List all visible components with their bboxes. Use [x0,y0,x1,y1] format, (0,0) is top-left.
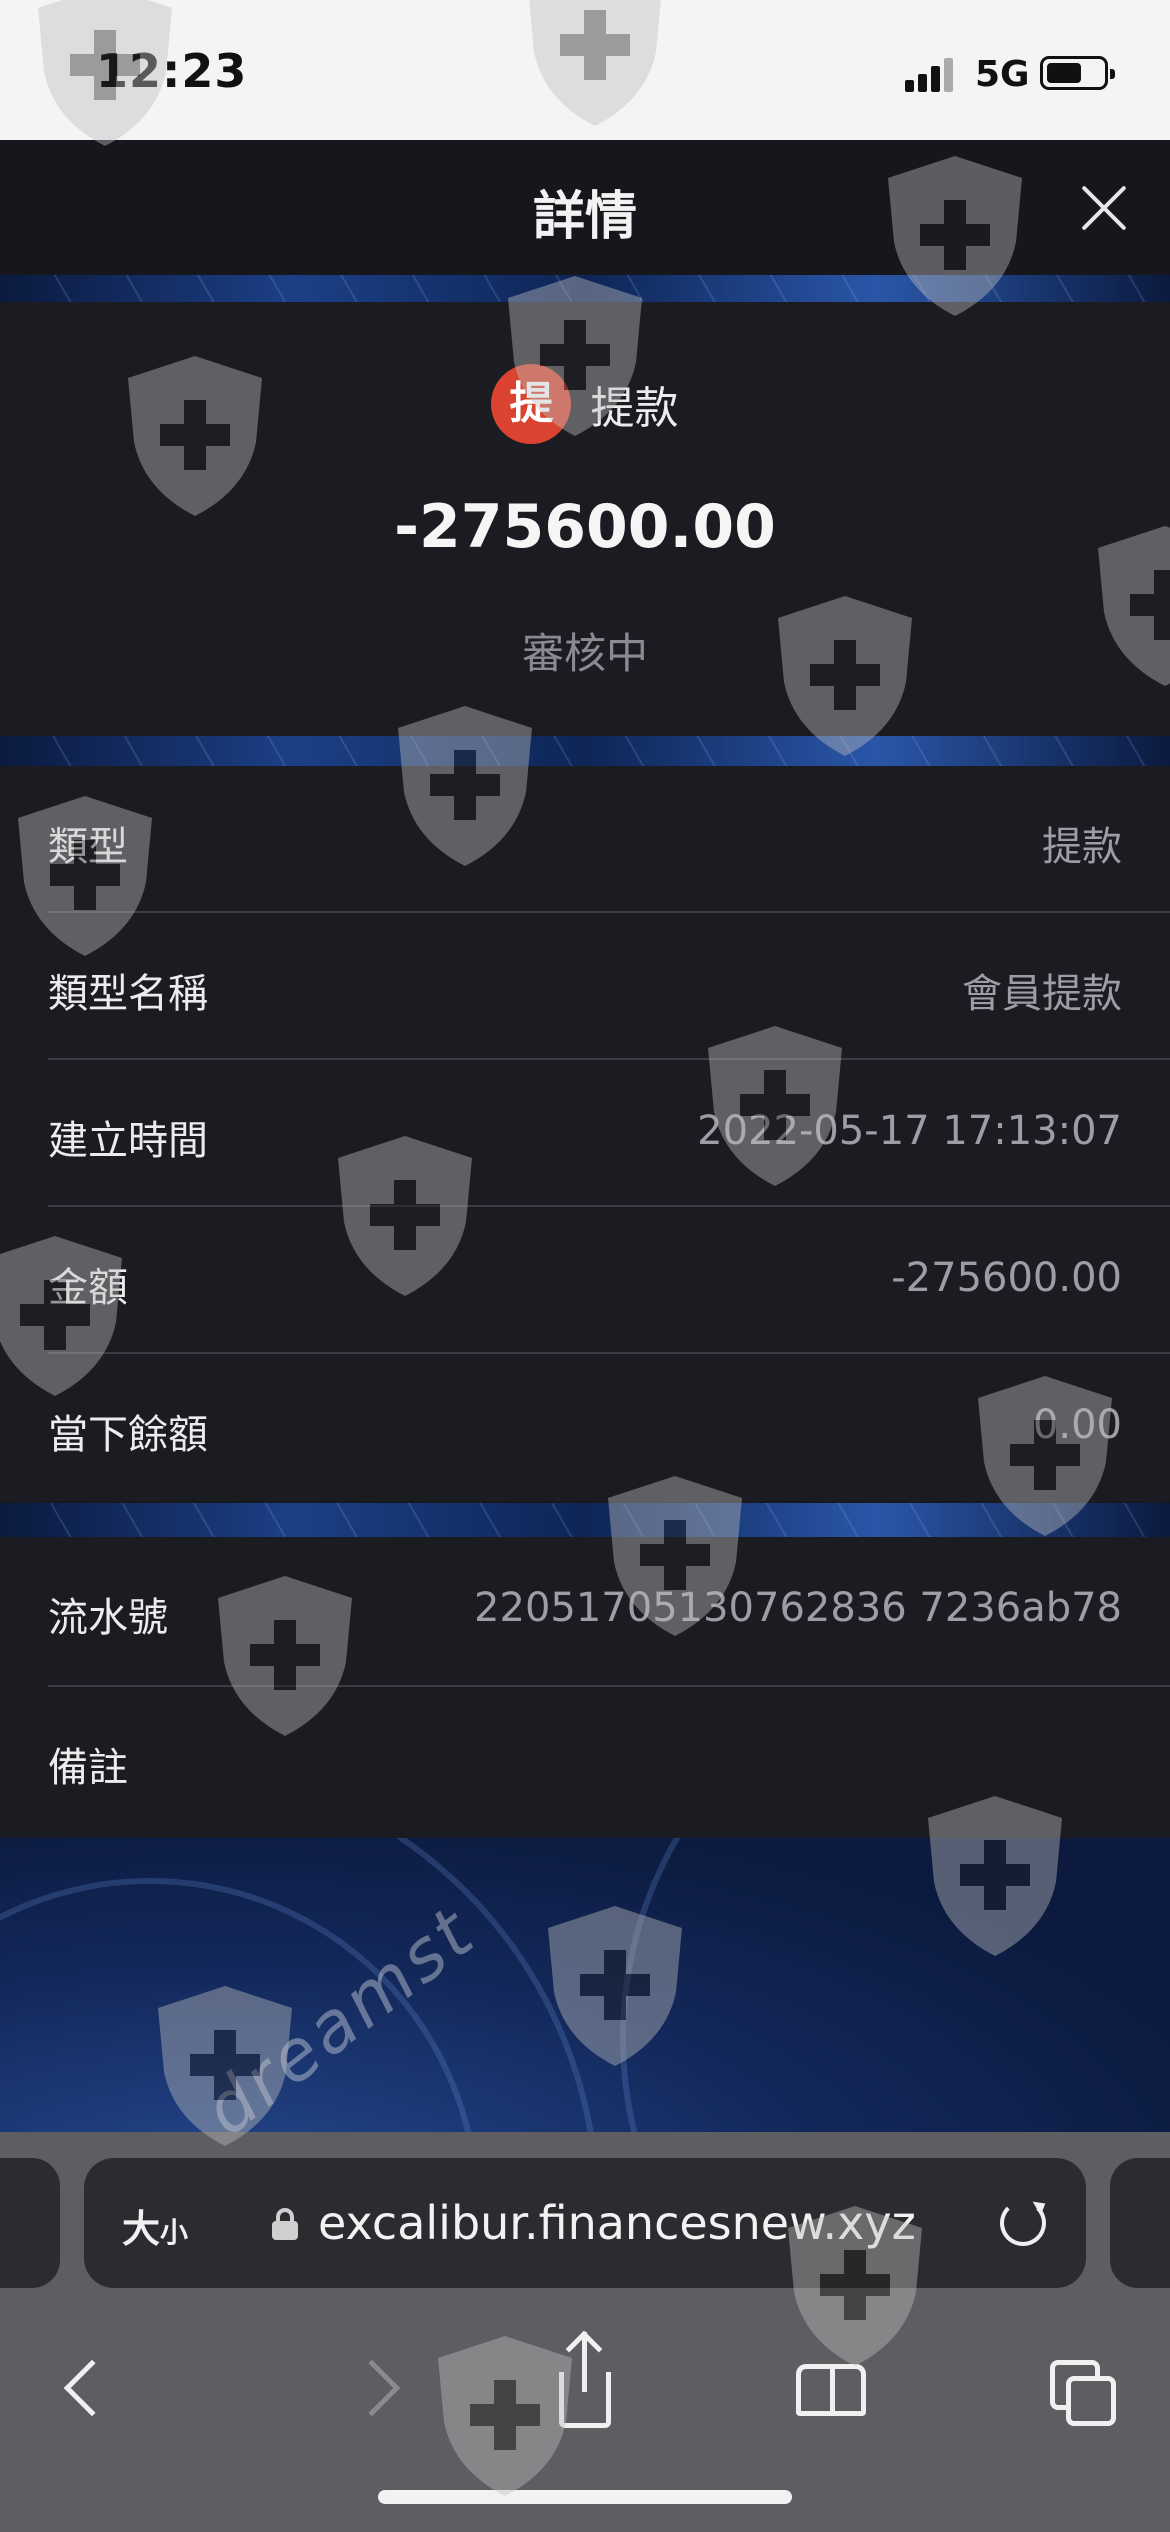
adjacent-tab[interactable] [0,2158,60,2288]
forward-icon [343,2359,401,2417]
detail-label: 流水號 [48,1595,168,1641]
detail-row-serial: 流水號 22051705130762836 7236ab78 [48,1537,1170,1687]
detail-row-remark: 備註 [48,1687,1170,1838]
detail-label: 當下餘額 [48,1412,208,1458]
detail-value: -275600.00 [891,1255,1122,1301]
detail-row-type-name: 類型名稱 會員提款 [48,913,1170,1060]
decorative-strip [0,736,1170,766]
detail-row-amount: 金額 -275600.00 [48,1207,1170,1354]
type-label: 提款 [590,383,679,434]
home-indicator [378,2490,792,2504]
detail-label: 類型 [48,824,128,870]
detail-value: 提款 [1042,824,1122,870]
adjacent-tab[interactable] [1110,2158,1170,2288]
transaction-status: 審核中 [521,629,648,678]
detail-row-created-time: 建立時間 2022-05-17 17:13:07 [48,1060,1170,1207]
bookmarks-button[interactable] [772,2332,892,2452]
reload-icon[interactable] [1000,2200,1046,2246]
tabs-button[interactable] [1020,2332,1140,2452]
detail-label: 類型名稱 [48,971,208,1017]
detail-value: 0.00 [1032,1402,1122,1448]
status-time: 12:23 [96,44,248,98]
detail-label: 建立時間 [48,1118,208,1164]
lock-icon [272,2208,298,2240]
decorative-strip [0,1503,1170,1537]
type-badge: 提 [491,364,572,444]
detail-value: 會員提款 [962,971,1122,1017]
decorative-background [0,1838,1170,2132]
back-icon [63,2359,121,2417]
signal-icon [905,56,955,92]
network-label: 5G [975,54,1030,95]
transaction-type: 提 提款 [0,364,1170,444]
text-size-small: 小 [160,2216,189,2249]
bookmarks-icon [796,2364,832,2416]
page-title: 詳情 [532,187,637,247]
transaction-amount: -275600.00 [394,492,776,562]
detail-label: 金額 [48,1265,128,1311]
detail-row-balance: 當下餘額 0.00 [48,1354,1170,1501]
battery-icon [1040,56,1115,90]
decorative-strip [0,275,1170,302]
header: 詳情 [0,140,1170,275]
back-button[interactable] [30,2332,150,2452]
extra-section: 流水號 22051705130762836 7236ab78 備註 [0,1537,1170,1838]
detail-value: 2022-05-17 17:13:07 [697,1108,1122,1154]
browser-chrome: 大小 excalibur.financesnew.xyz [0,2132,1170,2532]
page: 12:23 5G 詳情 提 提款 -275600.00 審核中 類型 提款 類型… [0,0,1170,2532]
status-bar: 12:23 5G [0,0,1170,140]
text-size-button[interactable]: 大小 [122,2198,188,2253]
details-section: 類型 提款 類型名稱 會員提款 建立時間 2022-05-17 17:13:07… [0,766,1170,1501]
close-icon[interactable] [1078,182,1130,234]
address-bar[interactable]: 大小 excalibur.financesnew.xyz [84,2158,1086,2288]
text-size-large: 大 [122,2207,161,2251]
share-button[interactable] [525,2330,645,2452]
transaction-summary: 提 提款 -275600.00 審核中 [0,302,1170,736]
detail-row-type: 類型 提款 [48,766,1170,913]
detail-value: 22051705130762836 7236ab78 [474,1585,1122,1631]
forward-button[interactable] [310,2332,430,2452]
detail-label: 備註 [48,1745,128,1791]
browser-toolbar [0,2330,1170,2462]
url-text[interactable]: excalibur.financesnew.xyz [318,2196,916,2250]
